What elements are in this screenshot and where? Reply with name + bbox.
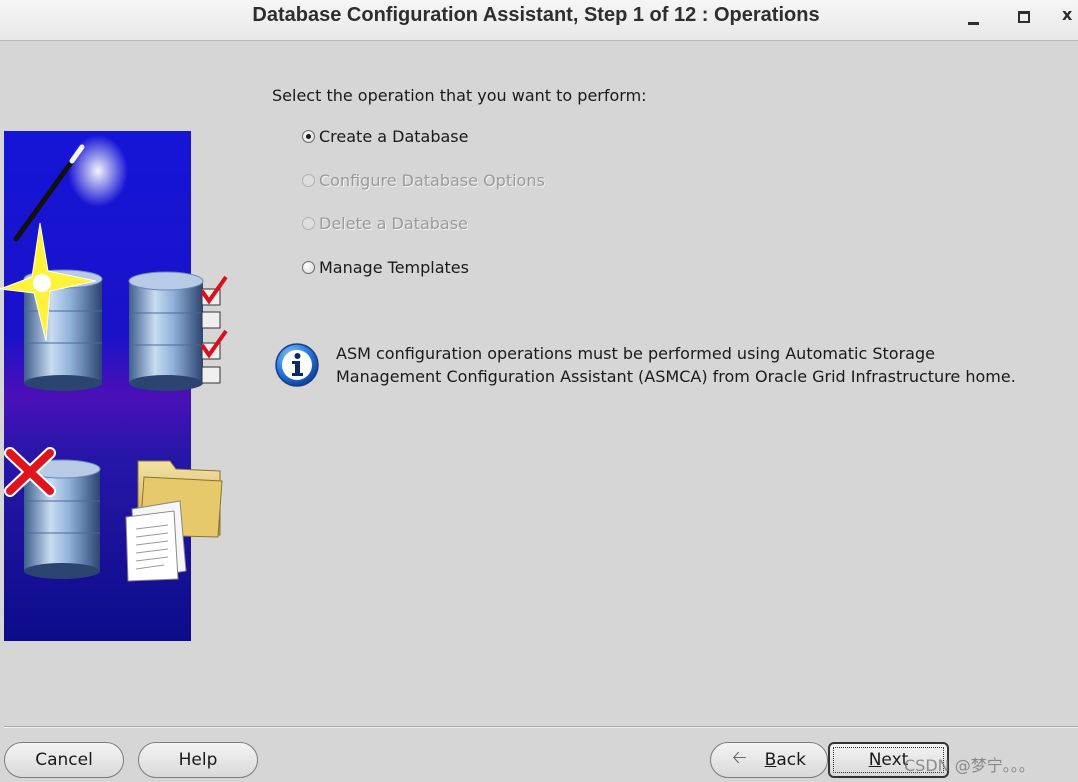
info-line: ASM configuration operations must be per… — [336, 344, 935, 363]
help-button[interactable]: Help — [138, 742, 258, 778]
database-icon — [128, 271, 204, 391]
radio-button[interactable] — [302, 260, 315, 274]
option-manage-templates[interactable]: Manage Templates — [302, 255, 469, 279]
info-line: Management Configuration Assistant (ASMC… — [336, 367, 1016, 386]
operation-prompt: Select the operation that you want to pe… — [272, 86, 647, 105]
close-icon[interactable]: x — [1062, 6, 1078, 30]
title-bar: Database Configuration Assistant, Step 1… — [0, 0, 1078, 41]
option-delete-database: Delete a Database — [302, 211, 468, 235]
cancel-button[interactable]: Cancel — [4, 742, 124, 778]
back-label: Back — [764, 750, 806, 770]
option-create-database[interactable]: Create a Database — [302, 124, 468, 148]
option-label: Manage Templates — [319, 257, 469, 277]
radio-button — [302, 173, 315, 187]
sparkle-icon — [68, 135, 128, 207]
radio-button[interactable] — [302, 129, 315, 143]
asm-info-message: ASM configuration operations must be per… — [336, 342, 1016, 388]
info-icon — [275, 343, 319, 387]
radio-button — [302, 216, 315, 230]
option-label: Configure Database Options — [319, 170, 545, 190]
wizard-illustration — [0, 131, 228, 641]
back-arrow-icon: 🡠 — [732, 747, 747, 768]
back-button[interactable]: 🡠 Back — [710, 742, 828, 778]
option-configure-database-options: Configure Database Options — [302, 168, 545, 192]
maximize-icon[interactable] — [1012, 6, 1036, 30]
footer-divider — [4, 726, 1078, 728]
magic-wand-icon — [13, 144, 85, 242]
watermark: CSDN @梦宁。。。 — [904, 756, 1035, 775]
wizard-illustration-graphic — [0, 135, 228, 582]
checklist-icon — [200, 275, 228, 384]
next-label: Next — [868, 750, 909, 770]
minimize-icon[interactable] — [962, 6, 986, 30]
documents-icon — [125, 500, 187, 582]
option-label: Create a Database — [319, 126, 469, 146]
option-label: Delete a Database — [319, 213, 468, 233]
window-title: Database Configuration Assistant, Step 1… — [252, 4, 820, 26]
